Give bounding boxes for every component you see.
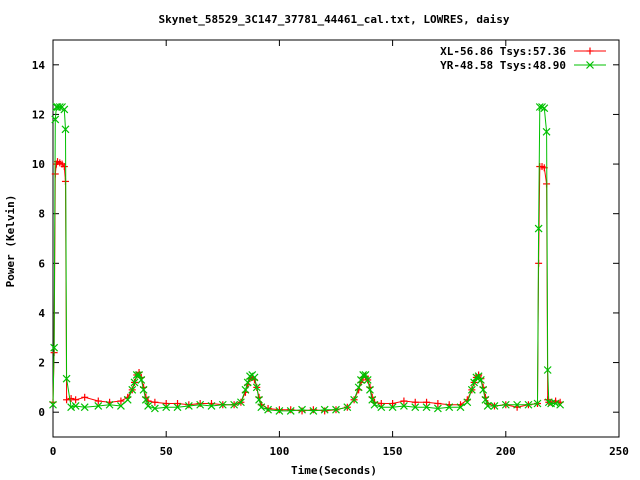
legend-label: XL-56.86 Tsys:57.36 — [440, 45, 566, 58]
y-axis-label: Power (Kelvin) — [4, 195, 17, 288]
data-point — [67, 395, 75, 403]
data-point — [151, 398, 159, 406]
data-point — [321, 407, 329, 415]
y-tick-label: 2 — [38, 357, 45, 370]
data-point — [196, 400, 204, 408]
y-tick-label: 10 — [32, 158, 45, 171]
data-point — [185, 401, 193, 409]
data-point — [389, 400, 397, 408]
data-point — [275, 406, 283, 414]
x-tick-label: 150 — [383, 445, 403, 458]
y-tick-label: 0 — [38, 406, 45, 419]
data-point — [72, 396, 80, 404]
y-tick-label: 4 — [38, 307, 45, 320]
chart-title: Skynet_58529_3C147_37781_44461_cal.txt, … — [159, 13, 510, 26]
x-tick-label: 50 — [160, 445, 173, 458]
data-point — [81, 393, 89, 401]
data-point — [162, 400, 170, 408]
series-1 — [49, 158, 564, 415]
data-point — [287, 406, 295, 414]
axis-ticks: 0 50 100 150 200 250 0 2 4 6 8 10 12 14 — [32, 40, 629, 458]
series-2 — [49, 103, 565, 415]
data-point — [63, 396, 71, 404]
y-tick-label: 12 — [32, 108, 45, 121]
x-tick-label: 200 — [496, 445, 516, 458]
x-tick-label: 250 — [609, 445, 629, 458]
x-axis-label: Time(Seconds) — [291, 464, 377, 477]
legend-label: YR-48.58 Tsys:48.90 — [440, 59, 566, 72]
series-layer — [49, 103, 565, 415]
series-line — [52, 160, 561, 412]
x-tick-label: 0 — [50, 445, 57, 458]
y-tick-label: 6 — [38, 257, 45, 270]
legend: XL-56.86 Tsys:57.36YR-48.58 Tsys:48.90 — [440, 45, 606, 72]
legend-marker — [586, 47, 594, 55]
data-point — [298, 407, 306, 415]
x-tick-label: 100 — [269, 445, 289, 458]
data-point — [309, 406, 317, 414]
y-tick-label: 8 — [38, 208, 45, 221]
series-line — [52, 106, 561, 412]
chart-svg: Skynet_58529_3C147_37781_44461_cal.txt, … — [4, 13, 629, 477]
data-point — [174, 400, 182, 408]
y-tick-label: 14 — [32, 59, 46, 72]
